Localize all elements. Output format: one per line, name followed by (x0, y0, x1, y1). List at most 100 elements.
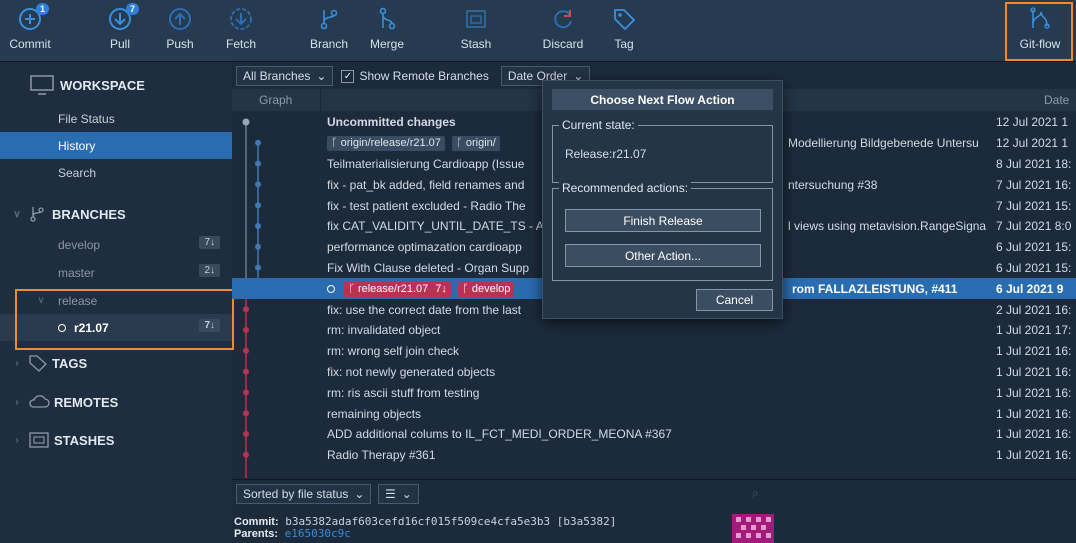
commit-message: rm: wrong self join check (327, 344, 460, 359)
table-row[interactable]: fix: not newly generated objects 1 Jul 20… (232, 362, 1076, 383)
commit-date: 6 Jul 2021 9 (996, 281, 1064, 296)
commit-date: 8 Jul 2021 18: (996, 156, 1072, 171)
merge-button[interactable]: Merge (364, 0, 410, 62)
parents-hash-link[interactable]: e165030c9c (285, 527, 351, 540)
cloud-icon (29, 395, 50, 408)
branches-dropdown[interactable]: All Branches ⌄ (236, 66, 334, 86)
local-branch-label: release/r21.07 (357, 283, 429, 296)
remote-branch-tag: ᚴ origin/ (452, 135, 500, 151)
commit-message: Fix With Clause deleted - Organ Supp (327, 260, 530, 275)
stash-label: Stash (460, 37, 492, 51)
table-row[interactable]: rm: invalidated object 1 Jul 2021 17: (232, 320, 1076, 341)
tag-label: Tag (614, 37, 634, 51)
remote-branch-label: origin/ (465, 137, 496, 150)
other-action-button[interactable]: Other Action... (565, 244, 761, 267)
sidebar-item-r2107[interactable]: r21.07 7↓ (0, 314, 232, 341)
commit-message-tail: Modellierung Bildgebenede Untersu (788, 136, 979, 151)
push-button[interactable]: Push (160, 0, 200, 62)
pull-icon: 7 (107, 3, 139, 32)
table-row[interactable]: ADD additional colums to IL_FCT_MEDI_ORD… (232, 424, 1076, 445)
chevron-right-icon: › (15, 396, 19, 408)
branch-icon: ᚴ (331, 137, 338, 150)
sidebar: WORKSPACE File Status History Search ∨ B… (0, 63, 234, 543)
sidebar-item-history[interactable]: History (0, 132, 232, 159)
table-row[interactable]: Radio Therapy #361 1 Jul 2021 16: (232, 445, 1076, 466)
sidebar-folder-release[interactable]: ∨ release (0, 287, 232, 314)
commit-date: 12 Jul 2021 1 (996, 115, 1069, 130)
commit-refs: ᚴ release/r21.07 7↓ ᚴ develop (327, 281, 518, 297)
finish-release-button[interactable]: Finish Release (565, 209, 761, 232)
chevron-down-icon: ∨ (13, 208, 21, 220)
remote-branch-label: origin/release/r21.07 (340, 137, 441, 150)
git-flow-button[interactable]: Git-flow (1010, 0, 1070, 62)
discard-icon (550, 6, 576, 32)
commit-date: 1 Jul 2021 16: (996, 448, 1072, 463)
workspace-section[interactable]: WORKSPACE (30, 73, 145, 97)
local-branch-label: develop (471, 283, 511, 296)
stash-icon (463, 6, 489, 32)
sidebar-item-search[interactable]: Search (0, 159, 232, 186)
fetch-label: Fetch (225, 37, 256, 51)
commit-message: rm: invalidated object (327, 323, 441, 338)
date-column-header[interactable]: Date (1044, 93, 1069, 107)
commit-message: Teilmaterialisierung Cardioapp (Issue (327, 156, 525, 171)
tag-button[interactable]: Tag (606, 0, 642, 62)
sort-dropdown[interactable]: Sorted by file status ⌄ (236, 484, 372, 504)
sidebar-item-file-status[interactable]: File Status (0, 105, 232, 132)
fetch-button[interactable]: Fetch (220, 0, 262, 62)
commit-date: 12 Jul 2021 1 (996, 136, 1069, 151)
git-flow-icon (1027, 6, 1053, 32)
master-label: master (58, 265, 95, 280)
commit-button[interactable]: 1 Commit (4, 0, 56, 62)
commit-message: fix - pat_bk added, field renames and (327, 177, 525, 192)
push-icon (167, 6, 193, 32)
show-remote-checkbox[interactable]: ✓ Show Remote Branches (341, 69, 489, 83)
head-indicator-icon (327, 284, 335, 293)
commit-message: Uncommitted changes (327, 115, 456, 130)
local-branch-tag: ᚴ release/r21.07 7↓ (344, 281, 451, 297)
chevron-down-icon: ∨ (37, 295, 45, 306)
pull-button[interactable]: 7 Pull (100, 0, 140, 62)
branches-section[interactable]: ∨ BRANCHES (10, 204, 126, 224)
column-divider (320, 89, 321, 111)
stashes-section[interactable]: › STASHES (10, 429, 114, 451)
branch-icon (316, 6, 342, 32)
pull-label: Pull (109, 37, 130, 51)
branches-dropdown-label: All Branches (243, 69, 311, 83)
master-count: 2↓ (199, 264, 220, 277)
workspace-label: WORKSPACE (60, 77, 145, 93)
checkmark-icon: ✓ (341, 69, 355, 83)
merge-label: Merge (369, 37, 404, 51)
view-mode-dropdown[interactable]: ☰ ⌄ (378, 484, 419, 504)
table-row[interactable]: remaining objects 1 Jul 2021 16: (232, 403, 1076, 424)
commit-message: ADD additional colums to IL_FCT_MEDI_ORD… (327, 427, 672, 442)
branch-button[interactable]: Branch (306, 0, 352, 62)
history-label: History (58, 138, 96, 153)
parents-label: Parents: (234, 528, 279, 540)
pull-badge: 7 (125, 3, 139, 15)
remotes-section[interactable]: › REMOTES (10, 391, 118, 413)
table-row[interactable]: rm: ris ascii stuff from testing 1 Jul 20… (232, 382, 1076, 403)
graph-column-header[interactable]: Graph (259, 93, 292, 107)
commit-date: 1 Jul 2021 16: (996, 364, 1072, 379)
current-state-group: Current state: Release:r21.07 (552, 118, 773, 183)
sort-dropdown-label: Sorted by file status (243, 487, 349, 501)
stash-button[interactable]: Stash (456, 0, 496, 62)
cancel-button[interactable]: Cancel (696, 289, 773, 311)
table-row[interactable]: rm: wrong self join check 1 Jul 2021 16: (232, 341, 1076, 362)
tag-icon (611, 6, 637, 32)
commit-date: 6 Jul 2021 15: (996, 240, 1072, 255)
file-status-label: File Status (58, 111, 115, 126)
commit-date: 7 Jul 2021 8:0 (996, 219, 1072, 234)
sidebar-item-develop[interactable]: develop 7↓ (0, 231, 232, 258)
git-flow-dialog: Choose Next Flow Action Current state: R… (542, 80, 783, 319)
r2107-label: r21.07 (74, 320, 109, 335)
commit-message-tail: ntersuchung #38 (788, 177, 878, 192)
chevron-right-icon: › (15, 357, 19, 369)
commit-message: fix: use the correct date from the last (327, 302, 522, 317)
sidebar-item-master[interactable]: master 2↓ (0, 259, 232, 286)
search-icon[interactable]: ⌕ (752, 486, 759, 501)
git-flow-label: Git-flow (1019, 37, 1061, 51)
tags-section[interactable]: › TAGS (10, 352, 87, 374)
discard-button[interactable]: Discard (538, 0, 588, 62)
